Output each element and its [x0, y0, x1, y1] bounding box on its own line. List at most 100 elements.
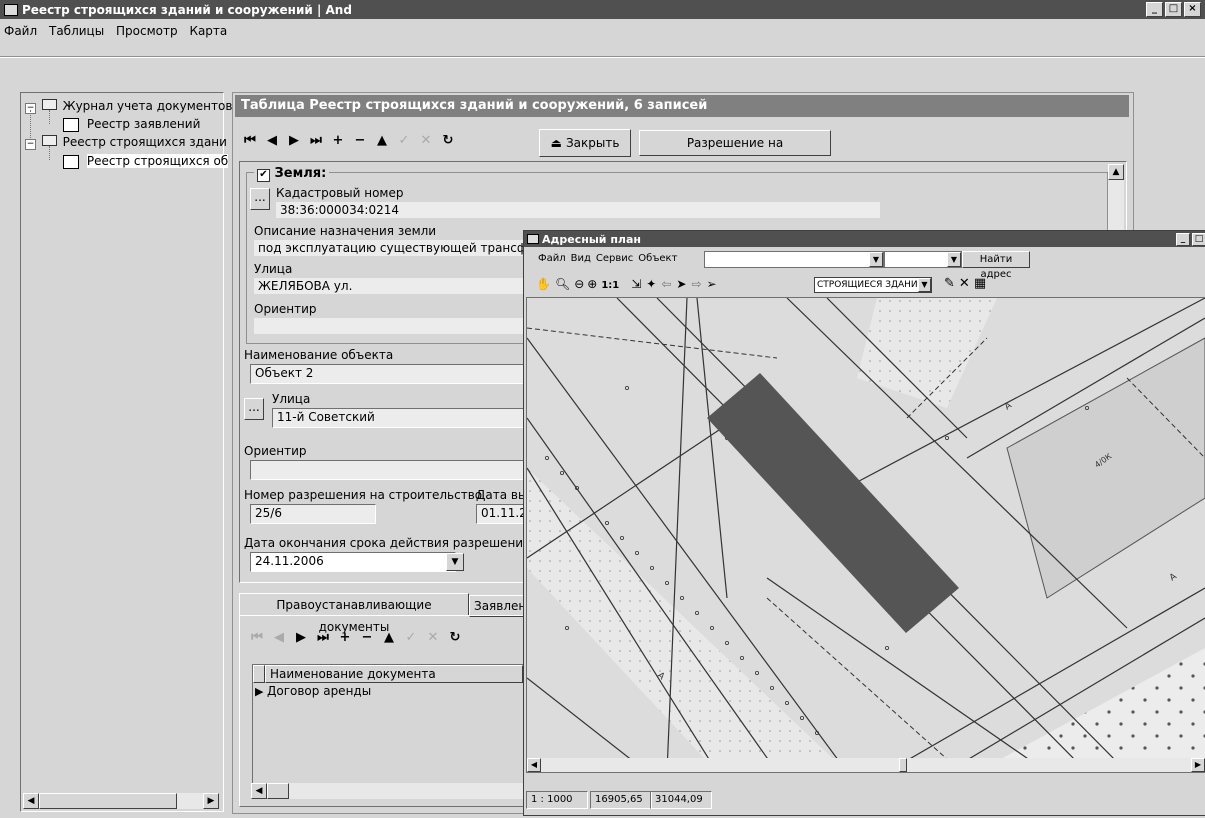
expiry-dropdown-button[interactable]: ▼	[446, 553, 464, 571]
orient-label: Ориентир	[254, 302, 317, 316]
scroll-left-button[interactable]: ◀	[251, 783, 267, 799]
find-address-button[interactable]: Найти адрес	[962, 251, 1030, 280]
minimize-button[interactable]: _	[1146, 2, 1163, 17]
permit-no-field[interactable]: 25/6	[250, 504, 376, 524]
add-record-icon[interactable]: +	[327, 130, 349, 152]
row-name-cell[interactable]: Договор аренды	[267, 684, 371, 698]
main-title-bar[interactable]: Реестр строящихся зданий и сооружений | …	[0, 0, 1205, 19]
layer-select[interactable]: СТРОЯЩИЕСЯ ЗДАНИ ▼	[814, 277, 932, 293]
tab-title-documents[interactable]: Правоустанавливающие документы	[239, 593, 469, 634]
map-h-scrollbar[interactable]: ◀ ▶	[527, 758, 1205, 772]
menu-bar: Файл Таблицы Просмотр Карта	[4, 22, 235, 40]
tree-item-label: Реестр строящихся здани	[62, 135, 227, 149]
obj-orient-label: Ориентир	[244, 444, 307, 458]
address-combo-1[interactable]: ▼	[704, 251, 884, 268]
expiry-field[interactable]: 24.11.2006	[250, 552, 456, 572]
pan-hand-icon[interactable]: ✋	[536, 277, 551, 291]
map-title-bar[interactable]: Адресный план _ □	[524, 231, 1205, 247]
tree-h-scrollbar[interactable]: ◀ ▶	[23, 793, 219, 809]
zoom-icon[interactable]: 🔍︎	[555, 277, 570, 291]
tree-node-buildings[interactable]: Реестр строящихся об	[63, 154, 229, 169]
zoom-1-1-button[interactable]: 1:1	[601, 280, 619, 291]
refresh-icon[interactable]: ↻	[437, 130, 459, 152]
grid-header-name[interactable]: Наименование документа	[265, 665, 523, 683]
map-maximize-button[interactable]: □	[1192, 232, 1205, 246]
map-menu-view[interactable]: Вид	[571, 253, 591, 264]
close-table-button[interactable]: ⏏ Закрыть	[539, 129, 631, 157]
prev-record-icon[interactable]: ◀	[268, 627, 290, 649]
tab-label: Заявлен	[474, 599, 527, 613]
scroll-up-button[interactable]: ▲	[1108, 164, 1124, 180]
next-record-icon[interactable]: ▶	[290, 627, 312, 649]
menu-map[interactable]: Карта	[189, 24, 227, 38]
scroll-right-button[interactable]: ▶	[203, 793, 219, 809]
menu-file[interactable]: Файл	[4, 24, 37, 38]
chevron-down-icon[interactable]: ▼	[947, 252, 961, 267]
edit-record-icon[interactable]: ▲	[378, 627, 400, 649]
bottom-h-scrollbar[interactable]: ◀	[251, 783, 551, 799]
map-menu-service[interactable]: Сервис	[596, 253, 633, 264]
table-icon[interactable]: ▦	[974, 276, 986, 291]
street-lookup-button[interactable]: ...	[244, 398, 264, 420]
post-icon[interactable]: ✓	[393, 130, 415, 152]
collapse-icon[interactable]: −	[25, 139, 36, 150]
first-record-icon[interactable]: ⏮	[239, 130, 261, 152]
expiry-label: Дата окончания срока действия разрешения…	[244, 536, 542, 550]
chevron-down-icon[interactable]: ▼	[918, 278, 931, 292]
scroll-thumb[interactable]	[39, 793, 177, 809]
first-record-icon[interactable]: ⏮	[246, 627, 268, 649]
pencil-icon[interactable]: ✎	[944, 276, 955, 291]
tree-node-applications[interactable]: Реестр заявлений	[63, 117, 200, 132]
coord-y-readout: 31044,09	[650, 791, 712, 809]
land-group-title[interactable]: ✔ Земля:	[254, 166, 330, 182]
arrow-pointer-icon[interactable]: ➤	[676, 277, 686, 291]
zoom-out-icon[interactable]: ⊖	[574, 277, 584, 291]
select-area-icon[interactable]: ✦	[646, 277, 656, 291]
map-toolbar: ✋ 🔍︎ ⊖ ⊕ 1:1 ⇲ ✦ ⇦ ➤ ⇨ ➢	[536, 275, 717, 293]
land-checkbox[interactable]: ✔	[257, 169, 270, 182]
scroll-right-button[interactable]: ▶	[1191, 758, 1205, 772]
building-shape[interactable]	[707, 373, 959, 633]
next-record-icon[interactable]: ▶	[283, 130, 305, 152]
refresh-icon[interactable]: ↻	[444, 627, 466, 649]
scroll-thumb[interactable]	[899, 758, 907, 772]
cadastral-lookup-button[interactable]: ...	[250, 188, 270, 210]
chevron-down-icon[interactable]: ▼	[869, 252, 883, 267]
cancel-icon[interactable]: ✕	[422, 627, 444, 649]
add-record-icon[interactable]: +	[334, 627, 356, 649]
map-canvas[interactable]: А А А 4/0К ◀ ▶	[526, 297, 1205, 773]
permit-button[interactable]: Разрешение на строительство	[639, 130, 831, 174]
map-menu-object[interactable]: Объект	[638, 253, 677, 264]
edit-record-icon[interactable]: ▲	[371, 130, 393, 152]
delete-icon[interactable]: ✕	[959, 276, 970, 291]
cancel-icon[interactable]: ✕	[415, 130, 437, 152]
address-combo-2[interactable]: ▼	[884, 251, 962, 268]
map-minimize-button[interactable]: _	[1176, 232, 1190, 246]
scroll-left-button[interactable]: ◀	[23, 793, 39, 809]
delete-record-icon[interactable]: −	[356, 627, 378, 649]
arrow-right-icon[interactable]: ⇨	[691, 277, 701, 291]
last-record-icon[interactable]: ⏭	[305, 130, 327, 152]
delete-record-icon[interactable]: −	[349, 130, 371, 152]
cadastral-field[interactable]: 38:36:000034:0214	[276, 202, 880, 218]
scroll-thumb[interactable]	[267, 783, 289, 799]
tree-node-buildings-group[interactable]: − Реестр строящихся здани	[25, 135, 227, 150]
arrow-left-icon[interactable]: ⇦	[661, 277, 671, 291]
map-drawing: А А А 4/0К	[527, 298, 1205, 772]
close-button[interactable]: ×	[1184, 2, 1201, 17]
arrow-select-icon[interactable]: ➢	[707, 277, 717, 291]
table-panel-header: Таблица Реестр строящихся зданий и соору…	[235, 95, 1129, 117]
zoom-in-icon[interactable]: ⊕	[587, 277, 597, 291]
folder-icon	[41, 99, 57, 110]
coord-x-readout: 16905,65	[590, 791, 652, 809]
post-icon[interactable]: ✓	[400, 627, 422, 649]
menu-view[interactable]: Просмотр	[116, 24, 178, 38]
map-menu-file[interactable]: Файл	[538, 253, 566, 264]
last-record-icon[interactable]: ⏭	[312, 627, 334, 649]
prev-record-icon[interactable]: ◀	[261, 130, 283, 152]
select-icon[interactable]: ⇲	[631, 277, 641, 291]
tree-node-journal[interactable]: − Журнал учета документов	[25, 99, 232, 114]
maximize-button[interactable]: □	[1165, 2, 1182, 17]
menu-tables[interactable]: Таблицы	[49, 24, 104, 38]
scroll-left-button[interactable]: ◀	[527, 758, 541, 772]
